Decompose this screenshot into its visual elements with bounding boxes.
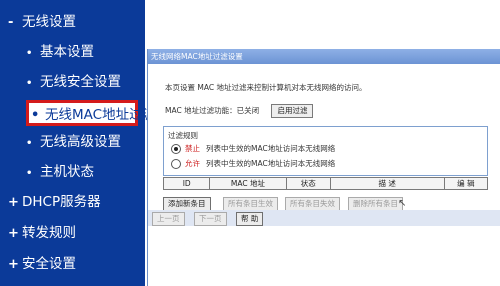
rule-deny-radio[interactable] [171,144,181,154]
rule-allow-option[interactable]: 允许 列表中生效的MAC地址访问本无线网络 [171,158,335,170]
nav-item-wireless-advanced[interactable]: • 无线高级设置 [26,131,121,153]
bullet-icon: • [26,78,33,89]
page-description: 本页设置 MAC 地址过滤来控制计算机对本无线网络的访问。 [165,83,367,92]
column-description: 描 述 [331,178,445,189]
nav-item-basic-settings[interactable]: • 基本设置 [26,41,94,63]
nav-item-mac-filter[interactable]: • 无线MAC地址过滤 [26,100,156,126]
next-page-button[interactable]: 下一页 [194,212,227,226]
enable-all-button[interactable]: 所有条目生效 [223,197,278,211]
mac-table-header: ID MAC 地址 状态 描 述 编 辑 [163,177,488,190]
plus-icon: + [8,257,19,272]
bullet-icon: • [26,168,33,179]
help-button[interactable]: 帮 助 [236,212,264,226]
rule-deny-keyword: 禁止 [185,144,200,153]
column-edit: 编 辑 [457,179,475,188]
filter-rules-group: 过滤规则 禁止 列表中生效的MAC地址访问本无线网络 允许 列表中生效的MAC地址访… [163,126,488,176]
add-entry-button[interactable]: 添加新条目 [163,197,211,211]
prev-page-button[interactable]: 上一页 [152,212,185,226]
rule-deny-option[interactable]: 禁止 列表中生效的MAC地址访问本无线网络 [171,143,335,155]
minus-icon: - [8,15,14,30]
filter-status-row: MAC 地址过滤功能：已关闭 启用过滤 [165,104,314,118]
bullet-icon: • [26,48,33,59]
disable-all-button[interactable]: 所有条目失效 [285,197,340,211]
delete-all-button[interactable]: 删除所有条目 [348,197,403,211]
column-id: ID [164,178,211,189]
rule-allow-text: 列表中生效的MAC地址访问本无线网络 [206,159,336,168]
bullet-icon: • [31,108,40,123]
enable-filter-button[interactable]: 启用过滤 [271,104,314,118]
bullet-icon: • [26,138,33,149]
nav-section-wireless-settings[interactable]: - 无线设置 [8,11,76,33]
rule-allow-radio[interactable] [171,159,181,169]
rule-deny-text: 列表中生效的MAC地址访问本无线网络 [206,144,336,153]
nav-section-forwarding[interactable]: + 转发规则 [8,222,76,244]
rule-allow-keyword: 允许 [185,159,200,168]
nav-item-host-status[interactable]: • 主机状态 [26,161,94,183]
column-status: 状态 [287,178,331,189]
nav-section-dhcp[interactable]: + DHCP服务器 [8,191,101,213]
sidebar: - 无线设置 • 基本设置 • 无线安全设置 • 无线MAC地址过滤 • 无线高级设置 •… [0,0,156,286]
mac-filter-panel: 无线网络MAC地址过滤设置 本页设置 MAC 地址过滤来控制计算机对本无线网络的… [147,49,500,286]
rules-title: 过滤规则 [168,131,198,140]
nav-item-wireless-security[interactable]: • 无线安全设置 [26,71,121,93]
mouse-cursor-icon: ↖ [398,198,407,209]
plus-icon: + [8,226,19,241]
panel-title: 无线网络MAC地址过滤设置 [148,49,500,64]
column-mac-address: MAC 地址 [210,178,287,189]
plus-icon: + [8,195,19,210]
filter-status-label: MAC 地址过滤功能：已关闭 [165,106,260,115]
nav-section-security[interactable]: + 安全设置 [8,253,76,275]
